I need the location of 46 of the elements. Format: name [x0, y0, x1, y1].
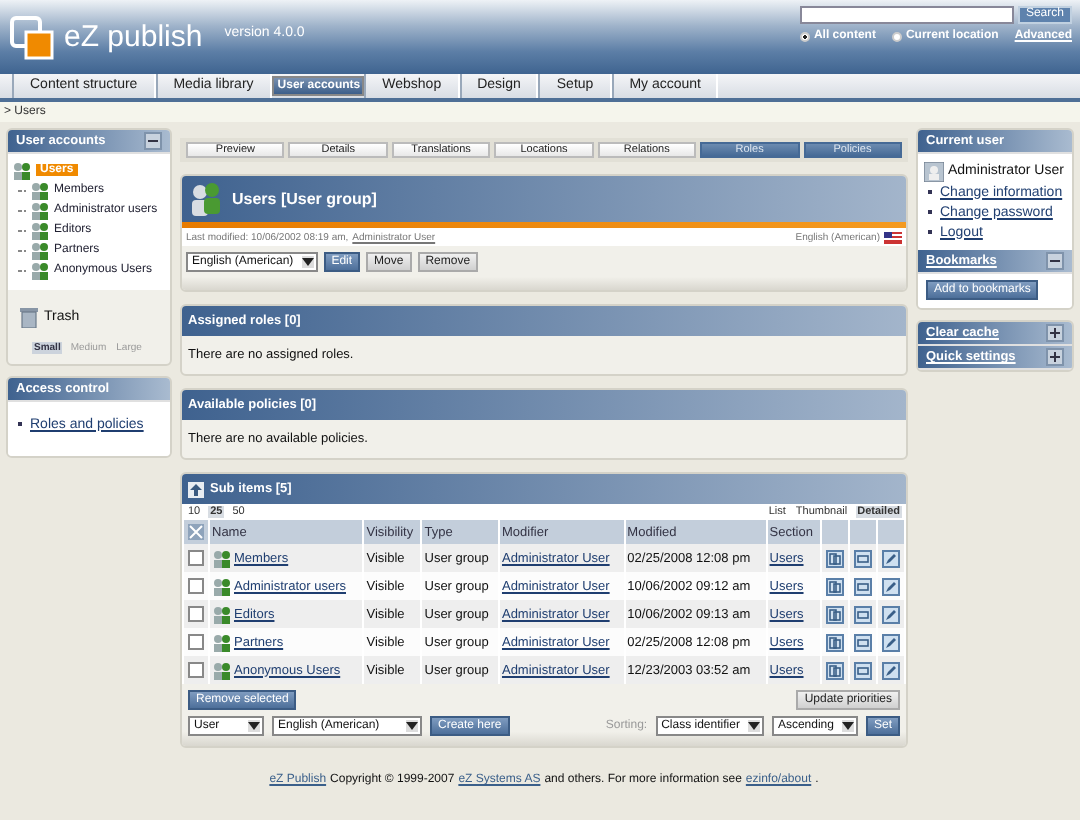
user-group-icon	[30, 221, 50, 239]
edit-icon[interactable]	[882, 549, 900, 567]
user-group-icon	[12, 161, 32, 179]
search-field[interactable]	[799, 6, 1014, 24]
collapse-icon[interactable]	[144, 132, 162, 150]
row-checkbox[interactable]	[188, 634, 204, 650]
copy-icon[interactable]	[826, 661, 844, 679]
copy-icon[interactable]	[826, 549, 844, 567]
row-checkbox[interactable]	[188, 550, 204, 566]
dropdown-icon	[248, 720, 260, 732]
user-group-icon	[30, 261, 50, 279]
collapse-icon[interactable]	[1046, 252, 1064, 270]
edit-icon[interactable]	[882, 661, 900, 679]
edit-icon[interactable]	[882, 605, 900, 623]
user-group-icon	[30, 181, 50, 199]
dropdown-icon	[841, 720, 854, 732]
expand-icon[interactable]	[1046, 324, 1064, 342]
copy-icon[interactable]	[826, 633, 844, 651]
user-group-icon	[30, 201, 50, 219]
invert-selection-icon[interactable]	[188, 524, 204, 540]
user-icon	[924, 161, 944, 181]
copy-icon[interactable]	[826, 605, 844, 623]
user-group-icon	[212, 633, 232, 651]
arrow-up-icon[interactable]	[188, 481, 204, 497]
logo-icon	[10, 15, 54, 59]
logo-text: eZ publish	[64, 20, 203, 54]
object-title: Users [User group]	[232, 190, 377, 208]
row-checkbox[interactable]	[188, 606, 204, 622]
expand-icon[interactable]	[1046, 348, 1064, 366]
edit-icon[interactable]	[882, 577, 900, 595]
copy-icon[interactable]	[826, 577, 844, 595]
user-group-icon	[212, 661, 232, 679]
trash-icon	[20, 306, 38, 328]
dropdown-icon	[301, 256, 314, 268]
user-group-icon	[212, 605, 232, 623]
edit-icon[interactable]	[882, 633, 900, 651]
dropdown-icon	[747, 720, 760, 732]
radio-button[interactable]	[891, 31, 902, 41]
radio-button[interactable]	[799, 31, 810, 41]
user-group-icon	[30, 241, 50, 259]
row-checkbox[interactable]	[188, 578, 204, 594]
user-group-icon	[188, 181, 224, 217]
dropdown-icon	[406, 720, 418, 732]
user-group-icon	[212, 549, 232, 567]
row-checkbox[interactable]	[188, 662, 204, 678]
user-group-icon	[212, 577, 232, 595]
